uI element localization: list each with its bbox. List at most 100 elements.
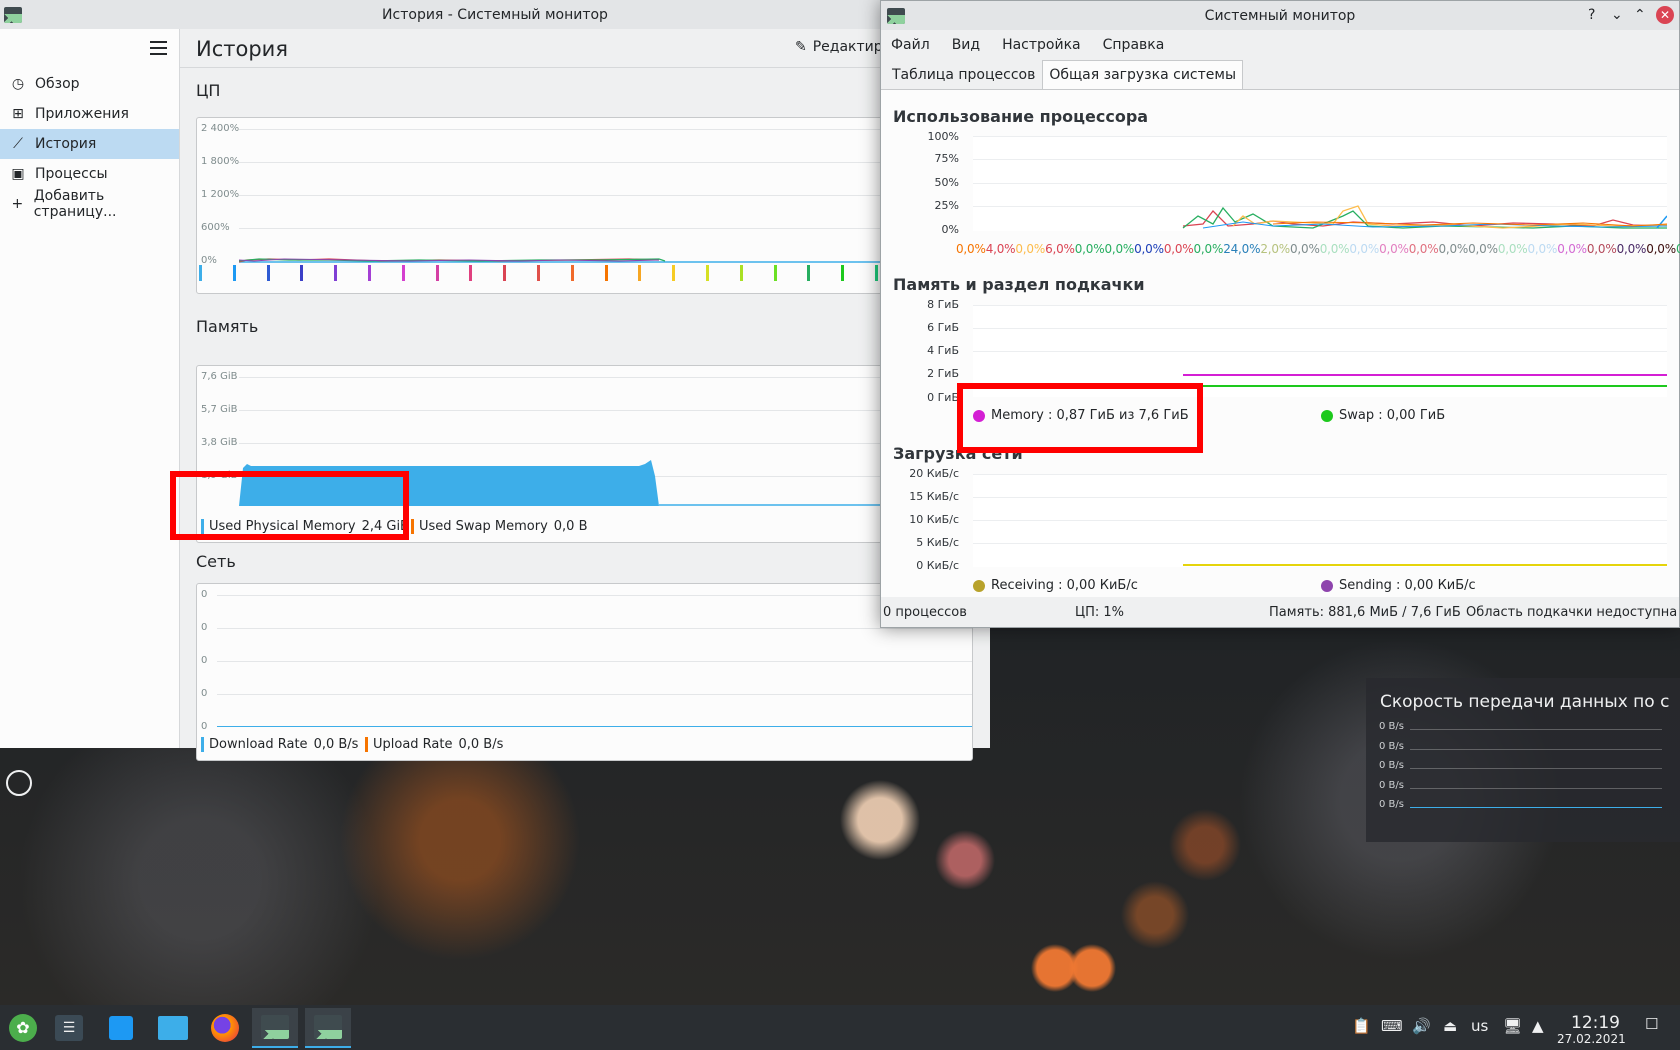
cpu-core-marker [604, 265, 608, 281]
system-load-panel: Использование процессора 100% 75% 50% 25… [881, 89, 1680, 597]
y-tick-label: 0% [201, 255, 217, 266]
keyboard-layout-indicator[interactable]: us [1471, 1017, 1488, 1035]
y-tick-label: 4 ГиБ [927, 344, 959, 357]
application-launcher-button[interactable]: ✿ [0, 1008, 46, 1048]
close-icon[interactable]: ✕ [1656, 6, 1674, 24]
legend-swap: Swap : 0,00 ГиБ [1321, 408, 1445, 423]
sidebar-item-history[interactable]: ⟋ История [0, 129, 179, 159]
widget-gridline [1410, 787, 1662, 789]
gridline [217, 661, 972, 662]
status-memory: Память: 881,6 МиБ / 7,6 ГиБ [1269, 605, 1461, 620]
widget-gridline [1410, 807, 1662, 808]
cpu-section-title: ЦП [196, 81, 221, 100]
cpu-core-percent: 0,0% [1104, 242, 1135, 256]
taskbar-settings-button[interactable]: ☰ [46, 1008, 92, 1048]
network-speed-widget[interactable]: Скорость передачи данных по с... [1366, 678, 1680, 842]
cpu-core-percent: 0,0% [956, 242, 986, 256]
help-icon[interactable]: ? [1588, 7, 1595, 23]
gridline [239, 443, 972, 444]
menu-file[interactable]: Файл [891, 37, 930, 53]
gridline [239, 377, 972, 378]
sending-label: Sending : 0,00 КиБ/с [1339, 578, 1476, 593]
maximize-icon[interactable]: ⌃ [1634, 7, 1646, 23]
taskbar-discover-button[interactable] [98, 1008, 144, 1048]
menu-help[interactable]: Справка [1103, 37, 1165, 53]
files-icon [158, 1016, 188, 1040]
widget-gridline [1410, 768, 1662, 769]
menu-settings[interactable]: Настройка [1002, 37, 1081, 53]
cpu-core-percent: 0,0% [1163, 242, 1194, 256]
cpu-core-percent: 0,0% [1015, 242, 1046, 256]
system-monitor-window[interactable]: Системный монитор ? ⌄ ⌃ ✕ Файл Вид Настр… [880, 0, 1680, 628]
edit-page-button[interactable]: ✎ Редактир [795, 39, 883, 55]
cpu-core-percent-list: 0,0%4,0%0,0%6,0%0,0%0,0%0,0%0,0%0,0%24,0… [956, 242, 1680, 256]
taskbar-history-window-button[interactable] [252, 1008, 298, 1048]
tab-process-table[interactable]: Таблица процессов [885, 60, 1042, 90]
y-tick-label: 0% [941, 223, 959, 236]
cpu-core-marker [469, 265, 473, 281]
clock-date[interactable]: 27.02.2021 [1557, 1032, 1626, 1046]
y-tick-label: 15 КиБ/с [909, 490, 959, 503]
cpu-usage-plot [973, 136, 1667, 231]
y-tick-label: 0 ГиБ [927, 391, 959, 404]
sysmon-titlebar[interactable]: Системный монитор ? ⌄ ⌃ ✕ [881, 1, 1679, 30]
y-tick-label: 5,7 GiB [201, 404, 238, 415]
taskbar-firefox-button[interactable] [202, 1008, 248, 1048]
cpu-core-marker [739, 265, 743, 281]
legend-used-swap-memory: Used Swap Memory 0,0 B [411, 519, 588, 534]
cpu-core-percent: 0,0% [1497, 242, 1528, 256]
sysmon-icon [314, 1015, 342, 1039]
legend-upload-rate: Upload Rate 0,0 B/s [365, 737, 503, 752]
tab-system-load[interactable]: Общая загрузка системы [1042, 60, 1243, 90]
sidebar-item-applications[interactable]: ⊞ Приложения [0, 99, 179, 129]
clipboard-icon[interactable]: 📋 [1352, 1017, 1371, 1035]
y-tick-label: 600% [201, 222, 230, 233]
y-tick-label: 2 400% [201, 123, 240, 134]
y-tick-label: 1 800% [201, 156, 240, 167]
menubar: Файл Вид Настройка Справка [881, 30, 1679, 60]
cpu-core-marker [334, 265, 338, 281]
clock-time[interactable]: 12:19 [1571, 1013, 1620, 1033]
volume-icon[interactable]: 🔊 [1412, 1017, 1431, 1035]
widget-rate-label: 0 B/s [1379, 799, 1404, 810]
cpu-core-percent: 0,0% [1557, 242, 1587, 256]
taskbar-sysmon-window-button[interactable] [305, 1008, 351, 1048]
divider [180, 67, 990, 68]
status-cpu: ЦП: 1% [1075, 605, 1125, 620]
keyboard-icon[interactable]: ⌨ [1381, 1017, 1403, 1035]
gridline [217, 628, 972, 629]
tray-expand-icon[interactable]: ▲ [1532, 1017, 1544, 1035]
memory-swap-title: Память и раздел подкачки [893, 275, 1145, 294]
cpu-core-percent: 0,0% [1074, 242, 1105, 256]
highlight-box [170, 471, 409, 540]
gridline [973, 328, 1667, 329]
cpu-core-marker [199, 265, 202, 281]
usb-device-icon[interactable]: ⏏ [1443, 1017, 1457, 1035]
menu-view[interactable]: Вид [952, 37, 980, 53]
plus-icon: + [11, 196, 24, 212]
y-tick-label: 25% [934, 199, 959, 212]
desktop-folder-icon[interactable] [6, 770, 32, 796]
status-bar: 0 процессов ЦП: 1% Память: 881,6 МиБ / 7… [881, 597, 1679, 627]
taskbar-files-button[interactable] [150, 1008, 196, 1048]
process-icon: ▣ [11, 166, 25, 182]
y-tick-label: 3,8 GiB [201, 437, 238, 448]
cpu-core-marker [773, 265, 777, 281]
cpu-core-marker [232, 265, 236, 281]
widget-rate-label: 0 B/s [1379, 779, 1404, 791]
minimize-icon[interactable]: ⌄ [1611, 7, 1623, 23]
network-icon[interactable]: 🖥 [1503, 1017, 1522, 1035]
sidebar-item-label: Добавить страницу... [33, 188, 117, 220]
history-titlebar[interactable]: История - Системный монитор [0, 0, 990, 29]
legend-swatch [411, 519, 414, 534]
pencil-icon: ✎ [795, 39, 807, 55]
legend-value: 0,0 B/s [458, 737, 504, 752]
sidebar-item-overview[interactable]: ◷ Обзор [0, 69, 179, 99]
hamburger-menu-icon[interactable] [150, 41, 167, 55]
sidebar-item-add-page[interactable]: + Добавить страницу... [0, 188, 179, 220]
history-window[interactable]: История - Системный монитор ◷ Обзор ⊞ Пр… [0, 0, 990, 761]
show-desktop-icon[interactable]: ☐ [1645, 1015, 1658, 1033]
cpu-core-percent: 0,0% [1675, 242, 1680, 256]
sidebar-item-processes[interactable]: ▣ Процессы [0, 159, 179, 189]
page-title: История [196, 37, 288, 61]
